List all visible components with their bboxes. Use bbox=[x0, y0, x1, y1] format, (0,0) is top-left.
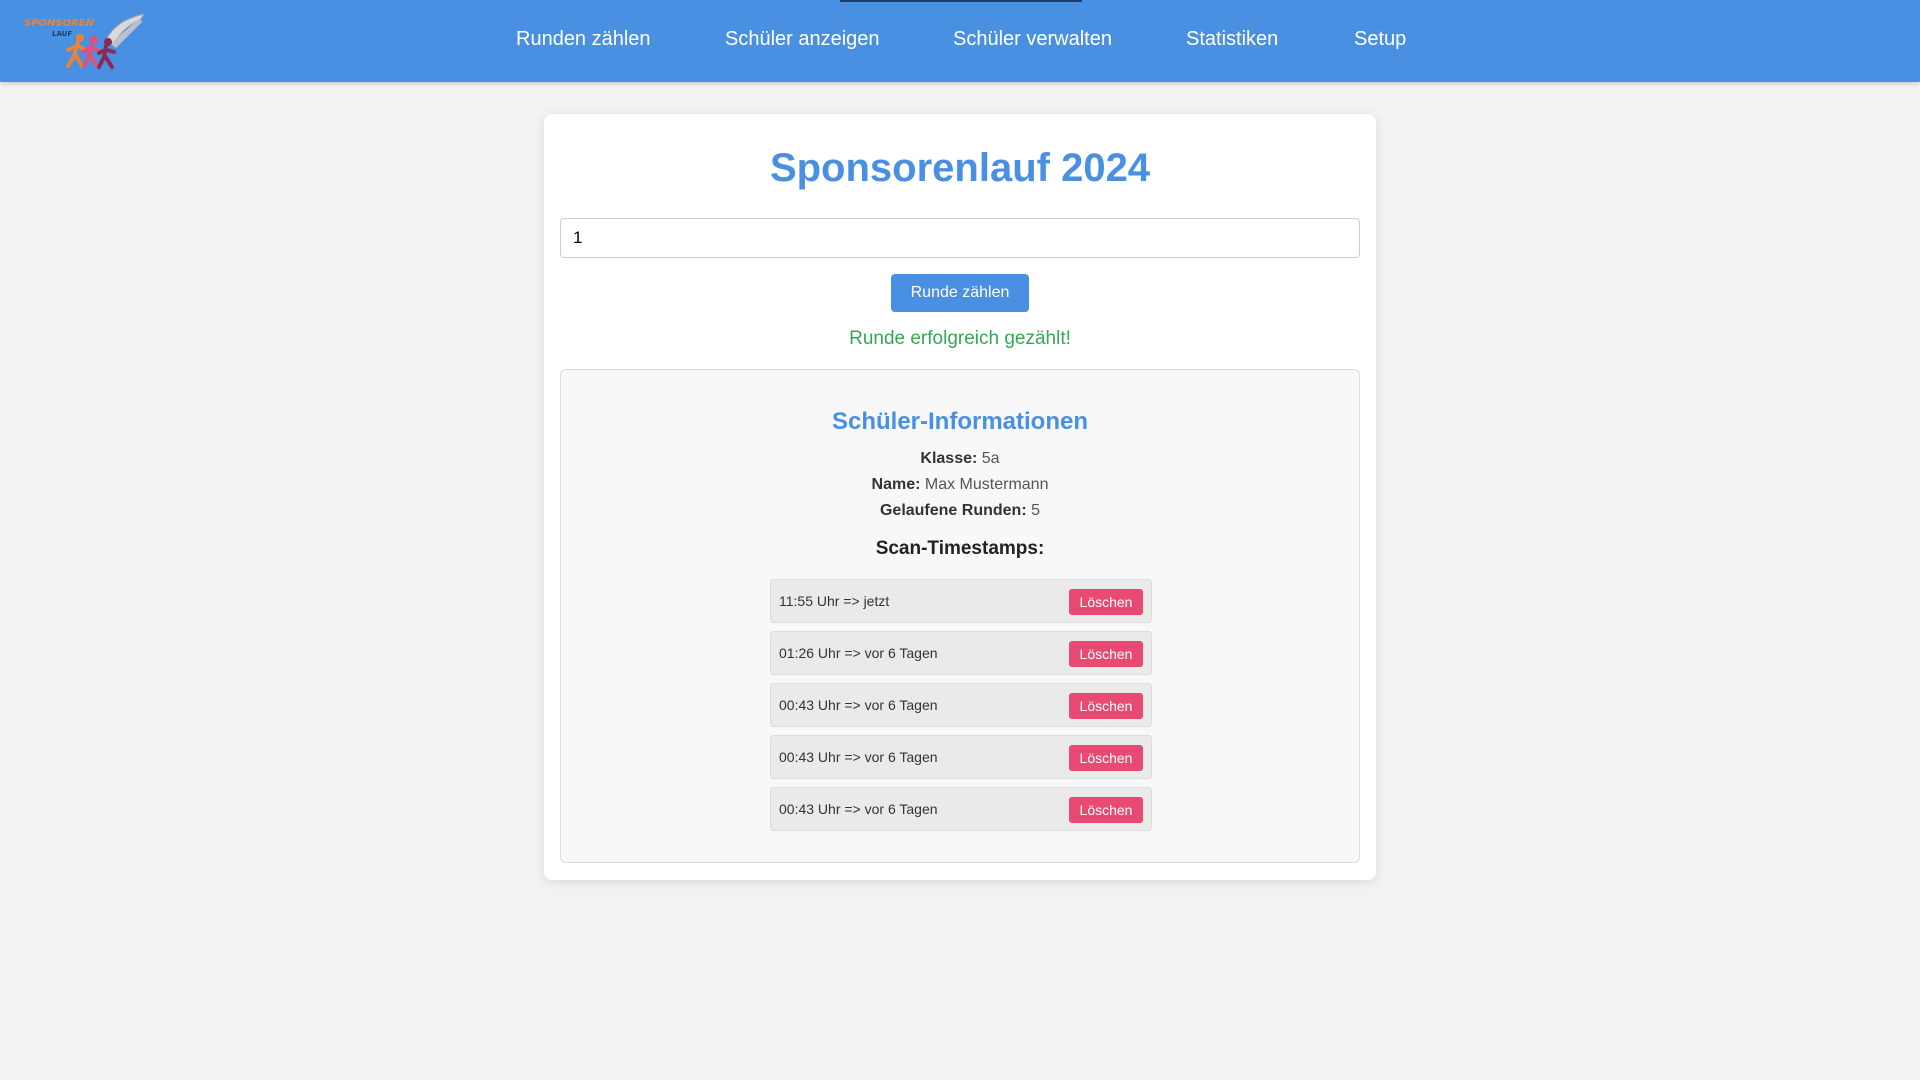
info-name-value: Max Mustermann bbox=[924, 476, 1049, 493]
delete-timestamp-button[interactable]: Löschen bbox=[1069, 797, 1143, 823]
info-laps-value: 5 bbox=[1031, 502, 1041, 519]
delete-timestamp-button[interactable]: Löschen bbox=[1069, 589, 1143, 615]
delete-timestamp-button[interactable]: Löschen bbox=[1069, 641, 1143, 667]
timestamp-text: 00:43 Uhr => vor 6 Tagen bbox=[779, 801, 938, 817]
nav-item-setup[interactable]: Setup bbox=[1354, 28, 1406, 51]
info-laps-label: Gelaufene Runden: bbox=[879, 502, 1027, 519]
timestamp-text: 00:43 Uhr => vor 6 Tagen bbox=[779, 749, 938, 765]
top-navbar: SPONSOREN LAUF Runden zählen Schüler anz… bbox=[0, 0, 1920, 82]
nav-item-schueler-anzeigen[interactable]: Schüler anzeigen bbox=[725, 28, 880, 51]
student-id-input[interactable] bbox=[560, 218, 1360, 258]
info-class-value: 5a bbox=[981, 450, 1000, 467]
student-info-title: Schüler-Informationen bbox=[831, 408, 1089, 435]
timestamp-text: 00:43 Uhr => vor 6 Tagen bbox=[779, 697, 938, 713]
info-class: Klasse: 5a bbox=[561, 450, 1359, 468]
nav-item-runden-zaehlen[interactable]: Runden zählen bbox=[516, 28, 651, 51]
main-navigation: Runden zählen Schüler anzeigen Schüler v… bbox=[0, 0, 1920, 82]
timestamp-row: 00:43 Uhr => vor 6 Tagen Löschen bbox=[770, 787, 1152, 831]
timestamp-text: 01:26 Uhr => vor 6 Tagen bbox=[779, 645, 938, 661]
nav-item-statistiken[interactable]: Statistiken bbox=[1186, 28, 1278, 51]
nav-item-schueler-verwalten[interactable]: Schüler verwalten bbox=[953, 28, 1112, 51]
count-lap-button[interactable]: Runde zählen bbox=[891, 274, 1029, 312]
info-name-label: Name: bbox=[871, 476, 921, 493]
status-message: Runde erfolgreich gezählt! bbox=[849, 328, 1071, 349]
timestamps-title: Scan-Timestamps: bbox=[875, 538, 1045, 559]
timestamp-row: 00:43 Uhr => vor 6 Tagen Löschen bbox=[770, 683, 1152, 727]
timestamp-row: 01:26 Uhr => vor 6 Tagen Löschen bbox=[770, 631, 1152, 675]
page-title: Sponsorenlauf 2024 bbox=[769, 146, 1151, 190]
delete-timestamp-button[interactable]: Löschen bbox=[1069, 693, 1143, 719]
delete-timestamp-button[interactable]: Löschen bbox=[1069, 745, 1143, 771]
timestamp-row: 00:43 Uhr => vor 6 Tagen Löschen bbox=[770, 735, 1152, 779]
timestamp-row: 11:55 Uhr => jetzt Löschen bbox=[770, 579, 1152, 623]
timestamp-list: 11:55 Uhr => jetzt Löschen 01:26 Uhr => … bbox=[770, 579, 1152, 839]
info-laps: Gelaufene Runden: 5 bbox=[561, 502, 1359, 520]
info-name: Name: Max Mustermann bbox=[561, 476, 1359, 494]
student-info-panel: Schüler-Informationen Klasse: 5a Name: M… bbox=[560, 369, 1360, 863]
timestamp-text: 11:55 Uhr => jetzt bbox=[779, 593, 890, 609]
lap-counter-card: Sponsorenlauf 2024 Runde zählen Runde er… bbox=[544, 114, 1376, 880]
info-class-label: Klasse: bbox=[920, 450, 978, 467]
